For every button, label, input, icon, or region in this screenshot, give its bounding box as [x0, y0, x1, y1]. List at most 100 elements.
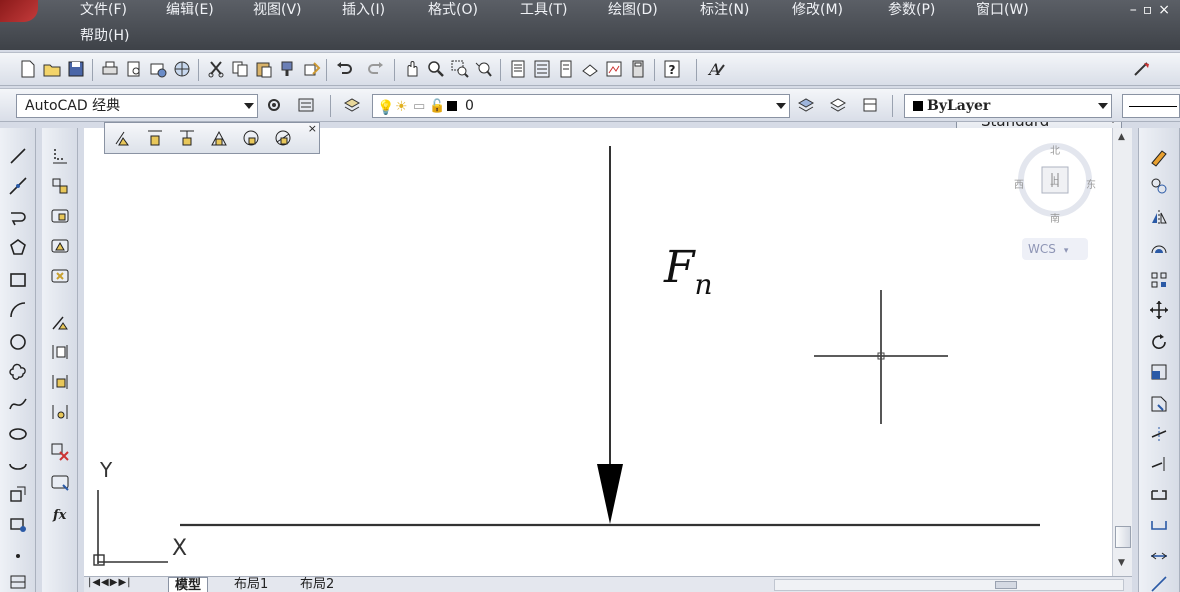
layer-properties-icon[interactable] [340, 93, 364, 117]
ellipse-arc-icon[interactable] [4, 450, 32, 478]
customize-icon[interactable] [294, 93, 318, 117]
wcs-menu[interactable]: WCS ▾ [1022, 238, 1088, 260]
circle-icon[interactable] [4, 328, 32, 356]
snap-endpoint-icon[interactable] [46, 202, 74, 230]
viewcube-east[interactable]: 东 [1086, 176, 1096, 191]
move-icon[interactable] [1145, 296, 1173, 324]
color-select[interactable]: ByLayer [904, 94, 1112, 118]
stretch-icon[interactable] [1145, 390, 1173, 418]
spline-icon[interactable] [4, 390, 32, 418]
quickcalc-icon[interactable] [626, 57, 650, 81]
point-icon[interactable] [4, 542, 32, 570]
horizontal-scroll-thumb[interactable] [995, 581, 1017, 589]
drawing-canvas[interactable]: Fn Y X [84, 128, 1112, 576]
menu-format[interactable]: 格式(O) [428, 0, 478, 22]
horizontal-scrollbar[interactable] [774, 579, 1124, 591]
dimension-style-icon[interactable] [1130, 57, 1154, 81]
app-logo[interactable] [0, 0, 38, 22]
publish-icon[interactable] [146, 57, 170, 81]
linetype-select[interactable] [1122, 94, 1180, 118]
viewcube-south[interactable]: 南 [1050, 210, 1060, 225]
scroll-up-icon[interactable]: ▲ [1118, 132, 1125, 142]
chamfer-icon[interactable] [1145, 542, 1173, 570]
snap-parallel-float-icon[interactable] [271, 126, 295, 150]
cut-icon[interactable] [204, 57, 228, 81]
text-style-icon[interactable]: A [704, 57, 728, 81]
menu-tools[interactable]: 工具(T) [520, 0, 567, 22]
layer-lock-icon[interactable]: 🔓 [429, 96, 445, 117]
snap-tangent-float-icon[interactable] [207, 126, 231, 150]
menu-parameters[interactable]: 参数(P) [888, 0, 935, 22]
trim-icon[interactable] [1145, 420, 1173, 448]
viewcube-north[interactable]: 北 [1050, 142, 1060, 157]
menu-file[interactable]: 文件(F) [80, 0, 127, 22]
array-icon[interactable] [1145, 266, 1173, 294]
snap-perpendicular-float-icon[interactable] [239, 126, 263, 150]
paste-icon[interactable] [252, 57, 276, 81]
redo-icon[interactable] [364, 57, 388, 81]
rectangle-icon[interactable] [4, 266, 32, 294]
erase-icon[interactable] [1145, 142, 1173, 170]
pan-icon[interactable] [400, 57, 424, 81]
workspace-select[interactable]: AutoCAD 经典 [16, 94, 258, 118]
menu-edit[interactable]: 编辑(E) [166, 0, 214, 22]
polyline-icon[interactable] [4, 204, 32, 232]
copy-icon[interactable] [228, 57, 252, 81]
zoom-window-icon[interactable] [448, 57, 472, 81]
ellipse-icon[interactable] [4, 420, 32, 448]
snap-center-icon[interactable] [46, 338, 74, 366]
block-editor-icon[interactable] [300, 57, 324, 81]
menu-modify[interactable]: 修改(M) [792, 0, 843, 22]
function-icon[interactable]: fx [46, 500, 74, 528]
menu-draw[interactable]: 绘图(D) [608, 0, 658, 22]
properties-icon[interactable] [506, 57, 530, 81]
menu-help[interactable]: 帮助(H) [80, 26, 129, 48]
close-icon[interactable]: × [308, 123, 317, 135]
osnap-settings-icon[interactable] [46, 468, 74, 496]
rotate-icon[interactable] [1145, 328, 1173, 356]
snap-center-float-icon[interactable] [143, 126, 167, 150]
hatch-icon[interactable] [4, 568, 32, 592]
print-icon[interactable] [98, 57, 122, 81]
layer-state-icon[interactable] [858, 93, 882, 117]
match-properties-icon[interactable] [276, 57, 300, 81]
open-icon[interactable] [40, 57, 64, 81]
3d-print-icon[interactable] [170, 57, 194, 81]
vertical-scrollbar[interactable]: ▲ ▼ [1112, 128, 1132, 576]
make-current-icon[interactable] [794, 93, 818, 117]
menu-insert[interactable]: 插入(I) [342, 0, 385, 22]
construction-line-icon[interactable] [4, 172, 32, 200]
design-center-icon[interactable] [530, 57, 554, 81]
layer-previous-icon[interactable] [826, 93, 850, 117]
viewcube[interactable]: 北 南 东 西 上 [1010, 140, 1100, 230]
tab-model[interactable]: 模型 [168, 577, 209, 592]
snap-extension-icon[interactable] [46, 308, 74, 336]
force-arrow-head[interactable] [597, 464, 623, 524]
copy-object-icon[interactable] [1145, 172, 1173, 200]
markup-icon[interactable] [602, 57, 626, 81]
layer-select[interactable]: 💡 ☀ ▭ 🔓 0 [372, 94, 790, 118]
print-preview-icon[interactable] [122, 57, 146, 81]
break-icon[interactable] [1145, 480, 1173, 508]
viewcube-west[interactable]: 西 [1014, 176, 1024, 191]
help-icon[interactable]: ? [660, 57, 684, 81]
snap-none-icon[interactable] [46, 438, 74, 466]
zoom-previous-icon[interactable] [472, 57, 496, 81]
extend-icon[interactable] [1145, 450, 1173, 478]
layer-on-icon[interactable]: 💡 [377, 97, 394, 117]
tab-layout2[interactable]: 布局2 [294, 577, 340, 592]
join-icon[interactable] [1145, 510, 1173, 538]
offset-icon[interactable] [1145, 234, 1173, 262]
temporary-tracking-icon[interactable] [46, 142, 74, 170]
arc-icon[interactable] [4, 296, 32, 324]
revision-cloud-icon[interactable] [4, 358, 32, 386]
line-icon[interactable] [4, 142, 32, 170]
save-icon[interactable] [64, 57, 88, 81]
snap-midpoint-icon[interactable] [46, 232, 74, 260]
window-controls[interactable]: –▫× [1130, 0, 1176, 22]
vertical-scroll-thumb[interactable] [1115, 526, 1131, 548]
make-block-icon[interactable] [4, 510, 32, 538]
snap-tangent-icon[interactable] [46, 398, 74, 426]
snap-extension-float-icon[interactable] [111, 126, 135, 150]
snap-intersection-icon[interactable] [46, 262, 74, 290]
